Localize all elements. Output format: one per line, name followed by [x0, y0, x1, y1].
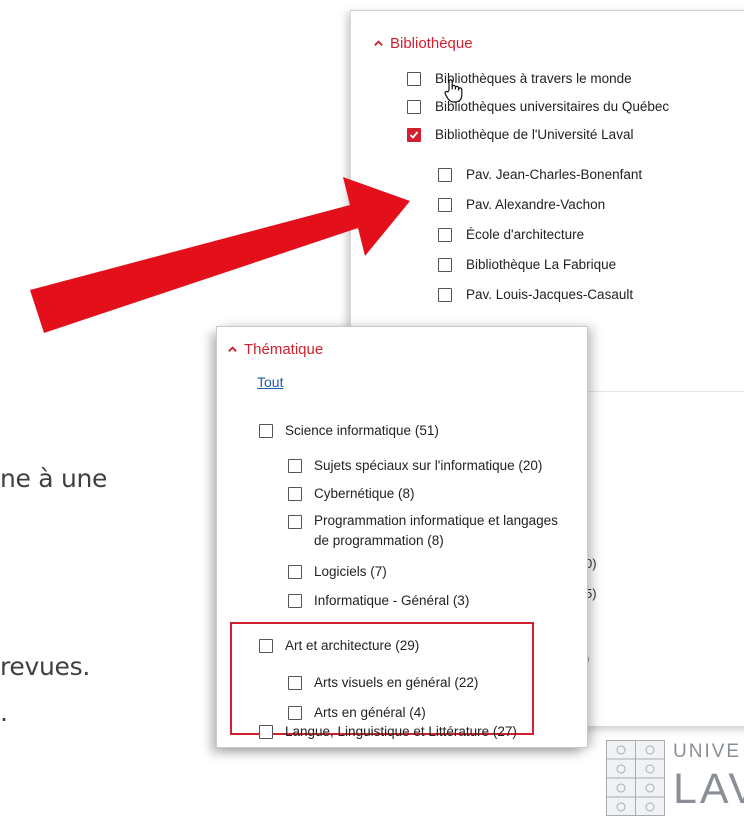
chevron-up-icon — [374, 40, 383, 46]
topic-label: Logiciels (7) — [314, 564, 387, 579]
hand-cursor-icon — [444, 79, 463, 103]
checkbox[interactable] — [288, 705, 302, 720]
subtopic-cybernetique[interactable]: Cybernétique (8) — [288, 486, 415, 501]
topic-label: Arts en général (4) — [314, 705, 426, 720]
filter-option-label: Bibliothèque de l'Université Laval — [435, 127, 634, 142]
thematique-title: Thématique — [244, 341, 324, 358]
topic-label: Science informatique (51) — [285, 423, 439, 438]
filter-option-label: Pav. Louis-Jacques-Casault — [466, 287, 634, 302]
checkbox-checked[interactable] — [407, 127, 421, 142]
checkbox[interactable] — [288, 593, 302, 608]
logo-text-laval: LAV — [673, 765, 744, 813]
checkbox[interactable] — [438, 167, 452, 182]
filter-suboption-alexandre-vachon[interactable]: Pav. Alexandre-Vachon — [438, 197, 605, 212]
filter-suboption-ecole-architecture[interactable]: École d'architecture — [438, 227, 584, 242]
subtopic-sujets-speciaux[interactable]: Sujets spéciaux sur l'informatique (20) — [288, 458, 542, 473]
filter-option-label: Bibliothèques universitaires du Québec — [435, 99, 670, 114]
slide-text-line-1: ne à une — [0, 464, 108, 493]
topic-label: Sujets spéciaux sur l'informatique (20) — [314, 458, 543, 473]
subtopic-informatique-general[interactable]: Informatique - Général (3) — [288, 593, 469, 608]
topic-label: Art et architecture (29) — [285, 638, 420, 653]
checkbox[interactable] — [438, 257, 452, 272]
topic-label: Cybernétique (8) — [314, 486, 415, 501]
checkbox[interactable] — [259, 423, 273, 438]
slide-text-line-3: . — [0, 698, 8, 727]
topic-langue-linguistique[interactable]: Langue, Linguistique et Littérature (27) — [259, 724, 517, 739]
topic-science-informatique[interactable]: Science informatique (51) — [259, 423, 439, 438]
checkbox[interactable] — [407, 71, 421, 86]
filter-option-universite-laval[interactable]: Bibliothèque de l'Université Laval — [407, 127, 633, 142]
checkbox[interactable] — [259, 638, 273, 653]
filter-suboption-la-fabrique[interactable]: Bibliothèque La Fabrique — [438, 257, 616, 272]
checkmark-icon — [409, 130, 419, 139]
filter-suboption-louis-jacques-casault[interactable]: Pav. Louis-Jacques-Casault — [438, 287, 633, 302]
topic-label: Arts visuels en général (22) — [314, 675, 479, 690]
filter-option-label: École d'architecture — [466, 227, 585, 242]
bibliotheque-title: Bibliothèque — [390, 35, 473, 52]
topic-art-architecture[interactable]: Art et architecture (29) — [259, 638, 419, 653]
subtopic-arts-general[interactable]: Arts en général (4) — [288, 705, 426, 720]
checkbox[interactable] — [438, 227, 452, 242]
all-topics-link[interactable]: Tout — [257, 374, 283, 390]
checkbox[interactable] — [259, 724, 273, 739]
checkbox[interactable] — [288, 486, 302, 501]
subtopic-arts-visuels[interactable]: Arts visuels en général (22) — [288, 675, 478, 690]
bibliotheque-section-toggle[interactable]: Bibliothèque — [373, 35, 473, 52]
checkbox[interactable] — [407, 99, 421, 114]
filter-suboption-jean-charles-bonenfant[interactable]: Pav. Jean-Charles-Bonenfant — [438, 167, 642, 182]
slide-text-line-2: revues. — [0, 652, 91, 681]
checkbox[interactable] — [438, 197, 452, 212]
checkbox[interactable] — [288, 515, 302, 529]
checkbox[interactable] — [288, 564, 302, 579]
subtopic-programmation[interactable]: Programmation informatique et langages d… — [288, 511, 558, 551]
topic-label: Langue, Linguistique et Littérature (27) — [285, 724, 517, 739]
thematique-section-toggle[interactable]: Thématique — [227, 341, 323, 358]
chevron-up-icon — [228, 346, 237, 352]
checkbox[interactable] — [438, 287, 452, 302]
thematique-filter-panel: Thématique Tout Science informatique (51… — [217, 327, 587, 747]
checkbox[interactable] — [288, 458, 302, 473]
topic-label: Programmation informatique et langages d… — [314, 513, 558, 548]
filter-option-label: Pav. Jean-Charles-Bonenfant — [466, 167, 643, 182]
filter-option-label: Bibliothèque La Fabrique — [466, 257, 617, 272]
checkbox[interactable] — [288, 675, 302, 690]
filter-option-label: Pav. Alexandre-Vachon — [466, 197, 606, 212]
logo-text-universite: UNIVE — [673, 741, 742, 762]
filter-option-bibliotheques-monde[interactable]: Bibliothèques à travers le monde — [407, 71, 632, 86]
topic-label: Informatique - Général (3) — [314, 593, 470, 608]
subtopic-logiciels[interactable]: Logiciels (7) — [288, 564, 387, 579]
